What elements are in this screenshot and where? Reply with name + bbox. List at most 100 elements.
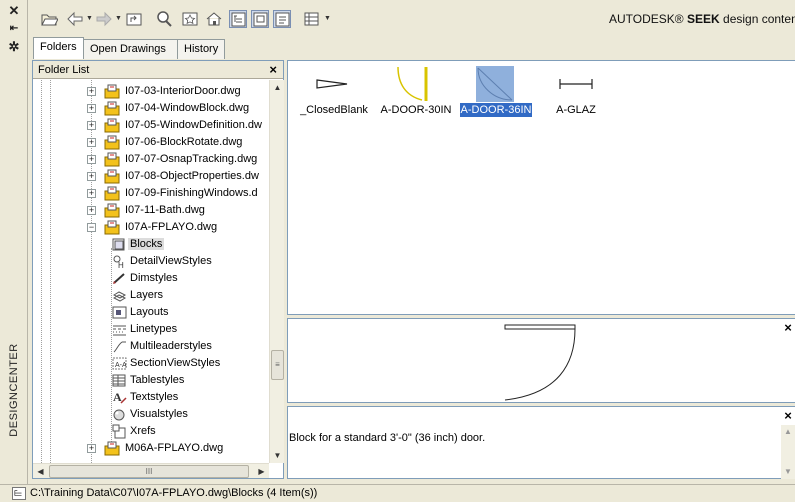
- description-scrollbar[interactable]: ▲ ▼: [781, 425, 795, 479]
- detail-view-styles-icon: H: [113, 255, 124, 269]
- up-icon[interactable]: [125, 10, 143, 28]
- svg-text:A: A: [113, 390, 122, 404]
- linetypes-icon: [113, 325, 126, 336]
- back-icon[interactable]: [66, 10, 84, 28]
- tree-item-dimstyles[interactable]: Dimstyles: [107, 270, 180, 287]
- tree-item-blocks[interactable]: Blocks: [107, 236, 165, 253]
- dwg-file-icon: [104, 169, 120, 184]
- expand-icon[interactable]: +: [87, 121, 96, 130]
- dwg-file-icon: [104, 441, 120, 456]
- tree-item-file[interactable]: + I07-08-ObjectProperties.dw: [87, 168, 261, 185]
- auto-hide-icon[interactable]: ⇤: [6, 21, 22, 37]
- tree-item-textstyles[interactable]: A Textstyles: [107, 389, 180, 406]
- scroll-up-icon[interactable]: ▲: [781, 425, 795, 439]
- autodesk-seek-link[interactable]: AUTODESK® SEEK design content: [609, 12, 795, 26]
- multileaderstyles-icon: [113, 341, 126, 353]
- tree-view-toggle-icon[interactable]: [229, 10, 247, 28]
- door-30in-thumbnail: [397, 66, 428, 101]
- tree-item-multileaderstyles[interactable]: Multileaderstyles: [107, 338, 214, 355]
- tablestyles-icon: [112, 374, 126, 387]
- properties-icon[interactable]: ✲: [6, 39, 22, 55]
- block-name: A-DOOR-30IN: [380, 104, 452, 116]
- expand-icon[interactable]: +: [87, 189, 96, 198]
- tree-item-section-view-styles[interactable]: A-A SectionViewStyles: [107, 355, 222, 372]
- close-icon[interactable]: ✕: [6, 3, 22, 19]
- block-name: A-GLAZ: [556, 104, 596, 116]
- tree-item-file[interactable]: + I07-04-WindowBlock.dwg: [87, 100, 251, 117]
- tree-item-tablestyles[interactable]: Tablestyles: [107, 372, 186, 389]
- section-view-styles-icon: A-A: [112, 357, 127, 370]
- textstyles-icon: A: [113, 390, 127, 404]
- closedblank-thumbnail: [316, 79, 348, 89]
- expand-icon[interactable]: +: [87, 87, 96, 96]
- tree-item-detail-view-styles[interactable]: H DetailViewStyles: [107, 253, 214, 270]
- folder-list-vertical-scrollbar[interactable]: ▲ ≡ ▼: [269, 80, 284, 463]
- forward-icon[interactable]: [95, 10, 113, 28]
- scroll-left-icon[interactable]: ◀: [33, 464, 48, 479]
- close-icon[interactable]: ×: [781, 409, 795, 423]
- block-item-a-door-36in[interactable]: A-DOOR-36IN: [452, 66, 540, 126]
- close-icon[interactable]: ×: [269, 62, 277, 77]
- dwg-file-icon: [104, 118, 120, 133]
- tree-item-layouts[interactable]: Layouts: [107, 304, 171, 321]
- door-preview-image: [504, 324, 576, 401]
- expand-icon[interactable]: +: [87, 172, 96, 181]
- dwg-file-icon: [104, 152, 120, 167]
- expand-icon[interactable]: +: [87, 138, 96, 147]
- tree-item-layers[interactable]: Layers: [107, 287, 165, 304]
- preview-pane: ×: [287, 318, 795, 403]
- expand-icon[interactable]: +: [87, 104, 96, 113]
- tree-item-visualstyles[interactable]: Visualstyles: [107, 406, 190, 423]
- scroll-right-icon[interactable]: ▶: [254, 464, 269, 479]
- load-icon[interactable]: [40, 10, 59, 28]
- forward-dropdown-icon[interactable]: ▼: [115, 15, 122, 23]
- description-pane: Block for a standard 3'-0" (36 inch) doo…: [287, 406, 795, 479]
- folder-list-horizontal-scrollbar[interactable]: ◀ III ▶: [33, 463, 269, 478]
- scroll-thumb[interactable]: ≡: [271, 350, 284, 380]
- search-icon[interactable]: [155, 10, 173, 28]
- tree-item-file[interactable]: + M06A-FPLAYO.dwg: [87, 440, 225, 457]
- block-description: Block for a standard 3'-0" (36 inch) doo…: [289, 432, 486, 444]
- description-toggle-icon[interactable]: [273, 10, 291, 28]
- scroll-down-icon[interactable]: ▼: [781, 465, 795, 479]
- preview-toggle-icon[interactable]: [251, 10, 269, 28]
- tree-item-linetypes[interactable]: Linetypes: [107, 321, 179, 338]
- tree-item-file[interactable]: + I07-06-BlockRotate.dwg: [87, 134, 244, 151]
- tree-item-file[interactable]: + I07-05-WindowDefinition.dw: [87, 117, 264, 134]
- folder-tree: + I07-03-InteriorDoor.dwg + I07-04-Windo…: [33, 80, 269, 463]
- expand-icon[interactable]: +: [87, 155, 96, 164]
- tab-folders[interactable]: Folders: [33, 37, 84, 59]
- scroll-up-icon[interactable]: ▲: [270, 80, 285, 95]
- tab-history[interactable]: History: [177, 39, 225, 59]
- tree-item-xrefs[interactable]: Xrefs: [107, 423, 158, 440]
- tab-open-drawings[interactable]: Open Drawings: [83, 39, 178, 59]
- tree-item-file[interactable]: + I07-03-InteriorDoor.dwg: [87, 83, 243, 100]
- block-item-closedblank[interactable]: _ClosedBlank: [290, 66, 378, 126]
- favorites-icon[interactable]: [181, 10, 199, 28]
- visualstyles-icon: [113, 409, 125, 421]
- collapse-icon[interactable]: −: [87, 223, 96, 232]
- expand-icon[interactable]: +: [87, 444, 96, 453]
- toolbar: ▼ ▼ ▼ AUTODESK® SEEK design content: [29, 0, 795, 36]
- views-dropdown-icon[interactable]: ▼: [324, 15, 331, 23]
- home-icon[interactable]: [205, 10, 223, 28]
- tree-item-file[interactable]: + I07-11-Bath.dwg: [87, 202, 207, 219]
- expand-icon[interactable]: +: [87, 206, 96, 215]
- tree-item-file[interactable]: + I07-07-OsnapTracking.dwg: [87, 151, 259, 168]
- views-icon[interactable]: [303, 10, 321, 28]
- svg-text:H: H: [118, 261, 124, 269]
- layouts-icon: [112, 306, 127, 319]
- blocks-icon: [112, 238, 125, 251]
- back-dropdown-icon[interactable]: ▼: [86, 15, 93, 23]
- dwg-file-icon: [104, 203, 120, 218]
- scroll-thumb[interactable]: III: [49, 465, 249, 478]
- block-item-a-door-30in[interactable]: A-DOOR-30IN: [372, 66, 460, 126]
- block-item-a-glaz[interactable]: A-GLAZ: [532, 66, 620, 126]
- close-icon[interactable]: ×: [781, 321, 795, 335]
- dwg-file-icon: [104, 101, 120, 116]
- tree-item-file[interactable]: + I07-09-FinishingWindows.d: [87, 185, 260, 202]
- tree-item-file-expanded[interactable]: − I07A-FPLAYO.dwg: [87, 219, 219, 236]
- dwg-file-icon: [104, 84, 120, 99]
- tree-icon: [12, 487, 26, 500]
- scroll-down-icon[interactable]: ▼: [270, 448, 285, 463]
